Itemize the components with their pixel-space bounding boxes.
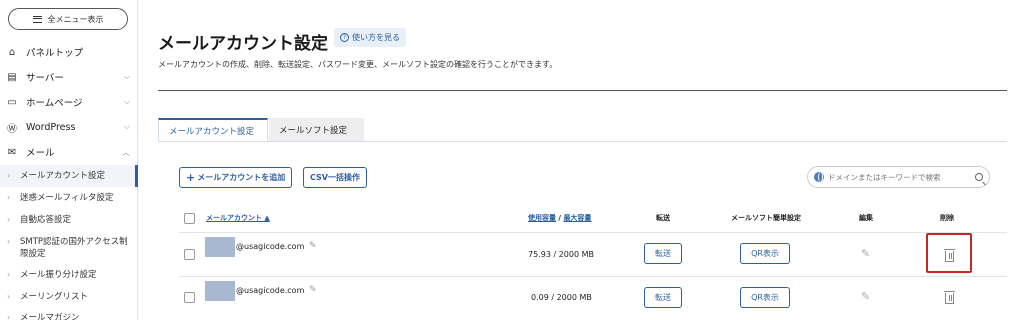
- tab-underline: [158, 141, 1007, 142]
- row-checkbox[interactable]: [184, 292, 195, 303]
- forward-button[interactable]: 転送: [644, 287, 682, 308]
- usage-value: 75.93 / 2000 MB: [528, 250, 594, 259]
- sidebar-item-panel-top[interactable]: ⌂ パネルトップ: [0, 42, 138, 62]
- mail-icon: ✉: [7, 146, 17, 158]
- pencil-icon[interactable]: ✎: [309, 285, 317, 295]
- edit-icon[interactable]: ✎: [861, 290, 870, 303]
- sidebar: 全メニュー表示 ⌂ パネルトップ ▤ サーバー ⌵ ▭ ホームページ ⌵ Ⓦ W…: [0, 0, 138, 320]
- chevron-right-icon: ›: [7, 171, 11, 180]
- question-icon: ?: [340, 33, 349, 42]
- sidebar-item-label: サーバー: [26, 73, 64, 84]
- edit-icon[interactable]: ✎: [861, 247, 870, 260]
- sidebar-item-homepage[interactable]: ▭ ホームページ ⌵: [0, 92, 138, 112]
- tab-mail-account[interactable]: メールアカウント設定: [158, 118, 268, 142]
- sidebar-subitem-mail-sorting[interactable]: › メール振り分け設定: [0, 269, 138, 281]
- chevron-up-icon: ︿: [122, 147, 130, 157]
- hamburger-icon: [32, 15, 42, 23]
- sidebar-item-label: ホームページ: [26, 98, 83, 109]
- home-icon: ⌂: [8, 46, 16, 58]
- chevron-down-icon: ⌵: [123, 97, 130, 106]
- help-link[interactable]: ? 使い方を見る: [334, 28, 406, 47]
- email-address: @usagicode.com: [236, 242, 305, 251]
- plus-icon: +: [186, 171, 196, 184]
- search-input[interactable]: [828, 172, 971, 182]
- add-mail-account-label: メールアカウントを追加: [197, 173, 286, 182]
- sidebar-subitem-smtp-restriction[interactable]: › SMTP認証の国外アクセス制限設定: [0, 236, 130, 260]
- th-usage-max[interactable]: 最大容量: [563, 214, 591, 222]
- select-all-checkbox[interactable]: [184, 213, 195, 224]
- sidebar-subitem-label: 自動応答設定: [20, 215, 72, 225]
- qr-display-button[interactable]: QR表示: [740, 243, 790, 264]
- chevron-right-icon: ›: [7, 313, 11, 320]
- help-link-label: 使い方を見る: [352, 33, 400, 42]
- server-icon: ▤: [7, 71, 17, 83]
- redacted-username: [205, 237, 235, 257]
- search-box[interactable]: [807, 166, 990, 188]
- th-forward: 転送: [656, 214, 670, 222]
- sidebar-subitem-label: メールマガジン: [20, 313, 80, 320]
- sidebar-subitem-mail-magazine[interactable]: › メールマガジン: [0, 312, 138, 320]
- page-description: メールアカウントの作成、削除、転送設定、パスワード変更、メールソフト設定の確認を…: [158, 60, 558, 69]
- sidebar-item-label: パネルトップ: [26, 48, 84, 59]
- pencil-icon[interactable]: ✎: [309, 241, 317, 251]
- redacted-username: [205, 281, 235, 301]
- sidebar-subitem-label: SMTP認証の国外アクセス制限設定: [20, 237, 128, 259]
- sidebar-item-label: メール: [26, 148, 55, 159]
- globe-icon: [814, 172, 824, 182]
- add-mail-account-button[interactable]: + メールアカウントを追加: [179, 167, 293, 188]
- chevron-right-icon: ›: [7, 193, 11, 202]
- sidebar-subitem-auto-reply[interactable]: › 自動応答設定: [0, 214, 138, 226]
- tab-mail-software[interactable]: メールソフト設定: [269, 118, 364, 142]
- sidebar-item-mail[interactable]: ✉ メール ︿: [0, 142, 138, 162]
- row-divider: [179, 232, 1007, 233]
- app-root: 全メニュー表示 ⌂ パネルトップ ▤ サーバー ⌵ ▭ ホームページ ⌵ Ⓦ W…: [0, 0, 1024, 320]
- sidebar-subitem-label: メールアカウント設定: [20, 171, 106, 181]
- th-edit: 編集: [859, 214, 873, 222]
- trash-icon[interactable]: [944, 291, 955, 304]
- sidebar-subitem-label: 迷惑メールフィルタ設定: [20, 193, 114, 203]
- sidebar-subitem-spam-filter[interactable]: › 迷惑メールフィルタ設定: [0, 192, 138, 204]
- divider: [158, 90, 1007, 91]
- trash-icon[interactable]: [944, 249, 955, 262]
- row-divider: [179, 276, 1007, 277]
- page-title: メールアカウント設定: [158, 34, 328, 54]
- qr-display-button[interactable]: QR表示: [740, 287, 790, 308]
- th-account[interactable]: メールアカウント ▲: [206, 213, 270, 223]
- all-menu-button[interactable]: 全メニュー表示: [8, 8, 128, 30]
- sidebar-subitem-label: メーリングリスト: [20, 292, 89, 302]
- csv-bulk-button[interactable]: CSV一括操作: [303, 167, 367, 188]
- chevron-right-icon: ›: [7, 237, 11, 246]
- main-content: メールアカウント設定 ? 使い方を見る メールアカウントの作成、削除、転送設定、…: [139, 0, 1024, 320]
- th-mailsoft: メールソフト簡単設定: [731, 214, 801, 222]
- sidebar-subitem-label: メール振り分け設定: [20, 270, 97, 280]
- chevron-right-icon: ›: [7, 292, 11, 301]
- th-usage: 使用容量 / 最大容量: [528, 213, 591, 223]
- sidebar-subitem-mail-account[interactable]: › メールアカウント設定: [0, 165, 138, 187]
- search-icon[interactable]: [975, 173, 983, 181]
- forward-button[interactable]: 転送: [644, 243, 682, 264]
- all-menu-label: 全メニュー表示: [47, 14, 104, 24]
- th-usage-used[interactable]: 使用容量: [528, 214, 556, 222]
- wordpress-icon: Ⓦ: [7, 123, 17, 135]
- email-address: @usagicode.com: [236, 286, 305, 295]
- chevron-down-icon: ⌵: [123, 122, 130, 131]
- sidebar-subitem-mailing-list[interactable]: › メーリングリスト: [0, 291, 138, 303]
- th-delete: 削除: [940, 214, 954, 222]
- chevron-right-icon: ›: [7, 215, 11, 224]
- usage-value: 0.09 / 2000 MB: [531, 293, 592, 302]
- window-icon: ▭: [7, 96, 17, 108]
- sidebar-item-wordpress[interactable]: Ⓦ WordPress ⌵: [0, 117, 138, 137]
- chevron-down-icon: ⌵: [123, 72, 130, 81]
- chevron-right-icon: ›: [7, 270, 11, 279]
- sidebar-item-server[interactable]: ▤ サーバー ⌵: [0, 67, 138, 87]
- row-checkbox[interactable]: [184, 249, 195, 260]
- sidebar-item-label: WordPress: [26, 121, 76, 133]
